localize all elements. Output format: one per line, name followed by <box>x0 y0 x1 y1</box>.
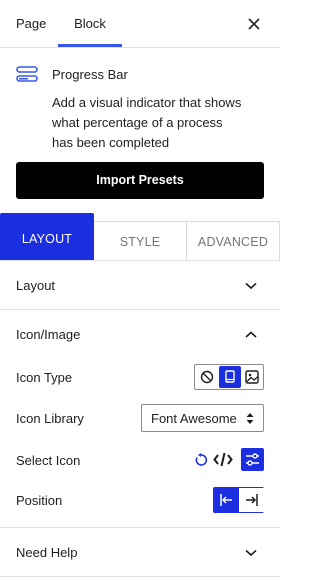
close-icon[interactable] <box>244 14 264 34</box>
panel-icon-image-header[interactable]: Icon/Image <box>0 310 280 358</box>
select-arrows-icon <box>246 412 254 425</box>
block-description: Add a visual indicator that shows what p… <box>52 95 242 150</box>
tab-advanced[interactable]: ADVANCED <box>186 221 280 261</box>
progress-bar-icon <box>16 66 38 82</box>
icon-library-select[interactable]: Font Awesome <box>141 404 264 432</box>
panel-need-help-label: Need Help <box>16 545 78 560</box>
panel-need-help-header[interactable]: Need Help <box>0 528 280 576</box>
panel-layout-header[interactable]: Layout <box>0 261 280 309</box>
chevron-down-icon <box>244 279 258 290</box>
icon-type-toggle-group <box>194 364 264 390</box>
image-icon[interactable] <box>241 366 263 388</box>
icon-library-label: Icon Library <box>16 411 84 426</box>
position-toggle-group <box>213 487 264 513</box>
position-label: Position <box>16 493 63 508</box>
icon-type-icon[interactable] <box>219 366 241 388</box>
panel-layout-label: Layout <box>16 278 56 293</box>
tab-layout[interactable]: LAYOUT <box>0 213 94 261</box>
icon-library-value: Font Awesome <box>151 411 237 426</box>
panel-icon-image-label: Icon/Image <box>16 327 81 342</box>
chevron-down-icon <box>244 546 258 557</box>
none-icon[interactable] <box>196 366 218 388</box>
divider <box>0 576 280 577</box>
settings-tabs: STYLE ADVANCED LAYOUT <box>0 213 280 261</box>
block-title: Progress Bar <box>52 67 128 82</box>
tab-page[interactable]: Page <box>16 0 46 48</box>
import-presets-button[interactable]: Import Presets <box>16 162 264 199</box>
tab-style[interactable]: STYLE <box>93 221 187 261</box>
reset-icon[interactable] <box>194 453 208 467</box>
settings-sliders-icon[interactable] <box>241 448 264 471</box>
icon-type-label: Icon Type <box>16 370 73 385</box>
active-tab-indicator <box>58 44 122 47</box>
sidebar-tabs: Page Block <box>0 0 280 48</box>
tab-block[interactable]: Block <box>58 0 122 48</box>
align-left-icon[interactable] <box>214 488 239 512</box>
select-icon-label: Select Icon <box>16 453 81 468</box>
code-icon[interactable] <box>213 451 233 468</box>
chevron-up-icon <box>244 328 258 338</box>
align-right-icon[interactable] <box>239 488 264 512</box>
